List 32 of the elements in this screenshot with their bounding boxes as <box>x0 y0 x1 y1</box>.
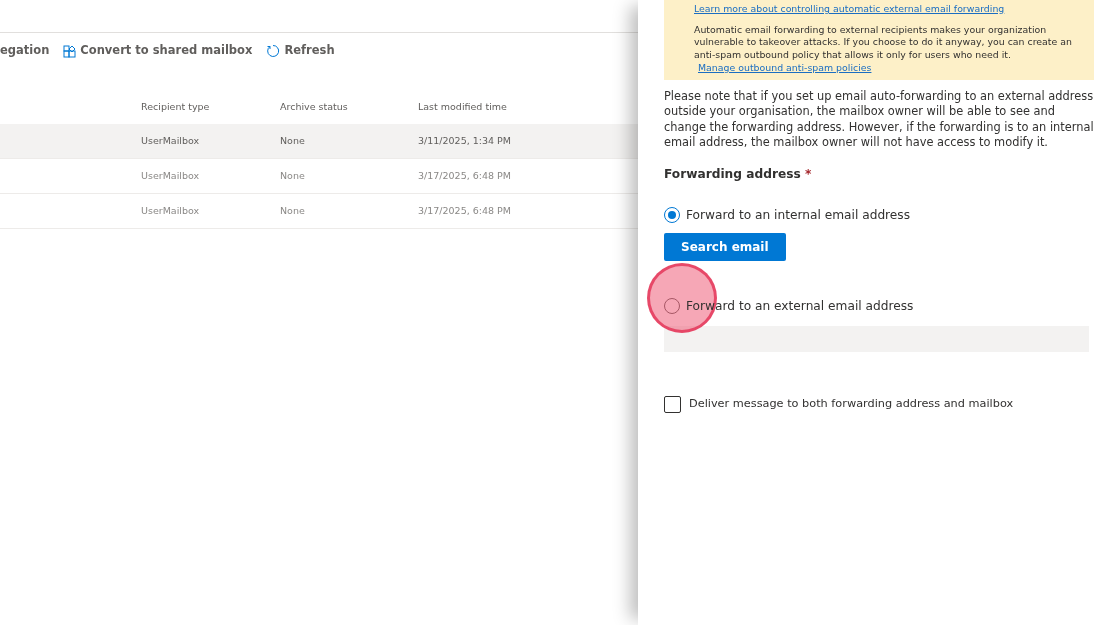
note-text: Please note that if you set up email auto-forwarding to an external address outside your organisation, the mailbox owner will be able to see and change the forwarding address. However, if the forwarding is to an internal email address, the mailbox owner will not have access to modify it. <box>664 89 1094 150</box>
table-cell-text: UserMailbox <box>141 133 201 148</box>
checkbox[interactable] <box>664 395 681 413</box>
refresh-icon <box>266 44 281 58</box>
email-input-field[interactable] <box>664 325 1089 352</box>
table-row[interactable]: UserMailbox None 3/17/2025, 6:48 PM <box>0 194 638 229</box>
table-cell-text: None <box>280 133 306 148</box>
column-header[interactable]: Archive status <box>280 99 418 115</box>
convert-icon <box>63 44 77 58</box>
column-header[interactable]: Recipient type <box>141 99 280 115</box>
table-row[interactable]: UserMailbox None 3/11/2025, 1:34 PM <box>0 124 638 159</box>
learn-more-link[interactable]: Learn more about controlling automatic external email forwarding <box>694 3 1005 14</box>
warning-text: Automatic email forwarding to external recipients makes your organization vulnerable to takeover attacks. If you choose to do it anyway, you can create an anti-spam outbound policy that allows it only for users who need it. <box>694 23 1073 62</box>
policy-link[interactable]: Manage outbound anti-spam policies <box>698 61 872 73</box>
radio-label[interactable]: Forward to an external email address <box>686 297 914 316</box>
radio-label[interactable]: Forward to an internal email address <box>686 205 911 225</box>
table-cell-text: UserMailbox <box>141 168 201 183</box>
table-cell-text: 3/17/2025, 6:48 PM <box>418 168 512 183</box>
toolbar-label[interactable]: egation <box>0 42 50 60</box>
table-cell-text: None <box>280 203 306 218</box>
toolbar-label[interactable]: Convert to shared mailbox <box>80 42 253 60</box>
table-cell-text: 3/17/2025, 6:48 PM <box>418 203 512 218</box>
search-email-button[interactable]: Search email <box>664 233 786 262</box>
toolbar-label[interactable]: Refresh <box>284 42 335 60</box>
table-cell-text: None <box>280 168 306 183</box>
checkbox-label[interactable]: Deliver message to both forwarding address and mailbox <box>689 395 1014 413</box>
field-label: Forwarding address <box>664 166 802 181</box>
table-cell-text: 3/11/2025, 1:34 PM <box>418 133 512 148</box>
table-row[interactable]: UserMailbox None 3/17/2025, 6:48 PM <box>0 159 638 194</box>
column-header[interactable]: Last modified time <box>418 99 507 115</box>
required-mark: * <box>804 166 812 181</box>
table-cell-text: UserMailbox <box>141 203 201 218</box>
